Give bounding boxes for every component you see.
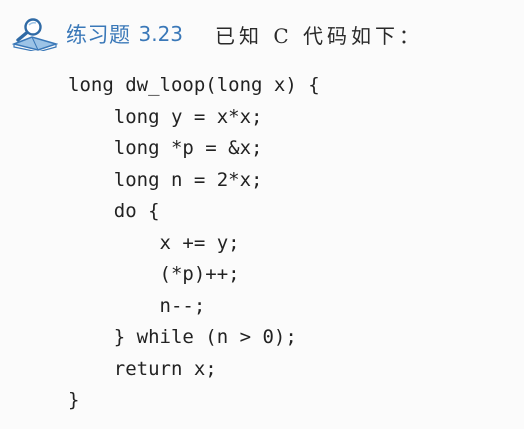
exercise-label: 练习题 [66, 23, 131, 47]
code-line: } while (n > 0); [68, 326, 297, 348]
exercise-number: 3.23 [138, 22, 184, 46]
code-line: n--; [68, 294, 206, 317]
code-line: x += y; [68, 231, 240, 254]
magnifier-book-icon [12, 18, 58, 51]
exercise-prompt: 已知 C 代码如下： [215, 23, 424, 48]
textbook-page: 练习题 3.23 已知 C 代码如下： long dw_loop(long x)… [0, 0, 524, 429]
code-line: long *p = &x; [68, 137, 263, 159]
code-line: long dw_loop(long x) { [68, 74, 320, 96]
exercise-heading: 练习题 3.23 已知 C 代码如下： [12, 14, 423, 54]
code-line: long y = x*x; [68, 105, 263, 128]
code-block: long dw_loop(long x) { long y = x*x; lon… [68, 70, 320, 417]
code-line: long n = 2*x; [68, 168, 263, 191]
code-line: return x; [68, 357, 217, 380]
code-line: (*p)++; [68, 263, 240, 285]
code-line: } [68, 389, 80, 411]
code-line: do { [68, 200, 160, 222]
